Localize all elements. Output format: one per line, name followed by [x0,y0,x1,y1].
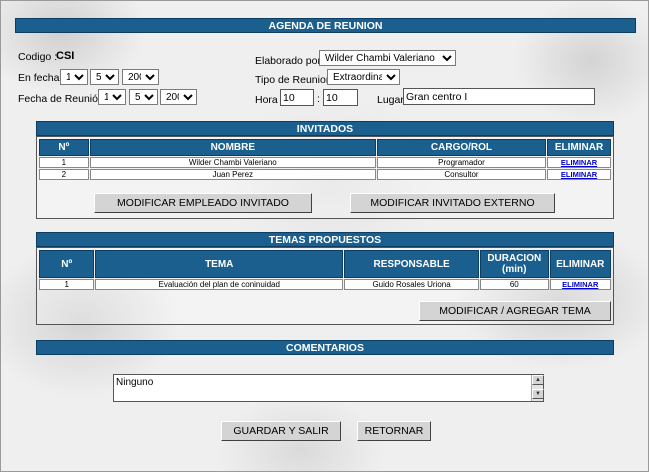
en-fecha-day-select[interactable]: 14 [60,69,88,85]
modificar-empleado-invitado-button[interactable]: MODIFICAR EMPLEADO INVITADO [94,193,312,213]
eliminar-tema-link[interactable]: ELIMINAR [562,280,598,289]
temas-table: Nº TEMA RESPONSABLE DURACION (min) ELIMI… [38,249,612,291]
fecha-reunion-year-select[interactable]: 2004 [160,89,197,105]
invitados-col-nombre: NOMBRE [89,139,376,156]
en-fecha-year-select[interactable]: 2004 [122,69,159,85]
fecha-reunion-month-select[interactable]: 5 [129,89,158,105]
temas-col-num: Nº [39,250,95,278]
invitado-cargo: Programador [376,157,547,168]
tipo-reunion-label: Tipo de Reunion : [255,74,338,86]
hora-separator: : [317,93,320,105]
temas-col-eliminar: ELIMINAR [549,250,611,278]
invitado-nombre: Wilder Chambi Valeriano [89,157,376,168]
hora-minutes-input[interactable] [323,89,358,106]
modificar-agregar-tema-button[interactable]: MODIFICAR / AGREGAR TEMA [419,301,611,321]
scroll-down-icon[interactable]: ▼ [532,389,544,399]
tema-duracion: 60 [480,279,549,290]
temas-col-tema: TEMA [95,250,344,278]
invitado-eliminar-cell: ELIMINAR [547,157,611,168]
invitado-cargo: Consultor [376,169,547,180]
codigo-value: CSI [56,50,75,62]
temas-col-duracion-line2: (min) [502,264,527,275]
eliminar-invitado-link[interactable]: ELIMINAR [561,170,597,179]
guardar-y-salir-button[interactable]: GUARDAR Y SALIR [221,421,341,441]
tema-num: 1 [39,279,95,290]
invitados-section-title: INVITADOS [36,121,614,136]
fecha-reunion-label: Fecha de Reunión : [18,93,110,105]
invitado-num: 1 [39,157,89,168]
tema-responsable: Guido Rosales Uriona [344,279,480,290]
comentarios-scrollbar[interactable]: ▲ ▼ [531,375,544,401]
comentarios-textarea[interactable]: Ninguno [113,374,544,402]
elaborado-select[interactable]: Wilder Chambi Valeriano [319,50,456,66]
scroll-up-icon[interactable]: ▲ [532,375,544,385]
invitado-eliminar-cell: ELIMINAR [547,169,611,180]
retornar-button[interactable]: RETORNAR [357,421,431,441]
temas-col-duracion-line1: DURACION [487,253,542,264]
page-title: AGENDA DE REUNION [15,18,636,33]
lugar-input[interactable] [403,88,595,105]
table-row: 1 Evaluación del plan de coninuidad Guid… [39,279,611,290]
modificar-invitado-externo-button[interactable]: MODIFICAR INVITADO EXTERNO [350,193,555,213]
en-fecha-label: En fecha : [18,72,66,84]
elaborado-label: Elaborado por : [255,55,327,67]
temas-header-row: Nº TEMA RESPONSABLE DURACION (min) ELIMI… [39,250,611,278]
temas-col-duracion: DURACION (min) [480,250,549,278]
invitados-col-num: Nº [39,139,89,156]
eliminar-invitado-link[interactable]: ELIMINAR [561,158,597,167]
temas-section-title: TEMAS PROPUESTOS [36,232,614,247]
invitados-table: Nº NOMBRE CARGO/ROL ELIMINAR 1 Wilder Ch… [38,138,612,181]
temas-col-responsable: RESPONSABLE [344,250,480,278]
invitados-col-cargo: CARGO/ROL [376,139,547,156]
en-fecha-month-select[interactable]: 5 [90,69,119,85]
fecha-reunion-day-select[interactable]: 14 [98,89,126,105]
invitado-nombre: Juan Perez [89,169,376,180]
invitados-col-eliminar: ELIMINAR [547,139,611,156]
table-row: 1 Wilder Chambi Valeriano Programador EL… [39,157,611,168]
page-frame: AGENDA DE REUNION Codigo : CSI En fecha … [0,0,649,472]
hora-hours-input[interactable] [280,89,314,106]
tipo-reunion-select[interactable]: Extraordinaria [327,69,400,85]
table-row: 2 Juan Perez Consultor ELIMINAR [39,169,611,180]
tema-eliminar-cell: ELIMINAR [549,279,611,290]
invitado-num: 2 [39,169,89,180]
codigo-label: Codigo : [18,51,58,63]
comentarios-section-title: COMENTARIOS [36,340,614,355]
tema-titulo: Evaluación del plan de coninuidad [95,279,344,290]
invitados-header-row: Nº NOMBRE CARGO/ROL ELIMINAR [39,139,611,156]
